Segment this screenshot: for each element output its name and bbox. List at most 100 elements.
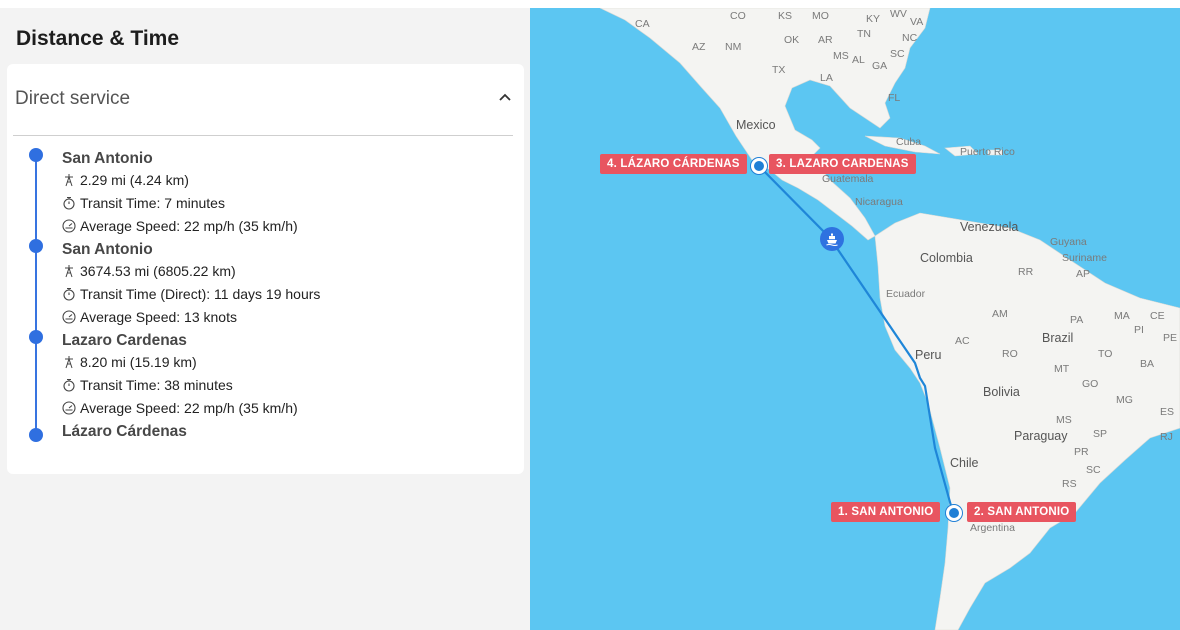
- stopwatch-icon: [63, 196, 75, 210]
- state-label: PE: [1163, 332, 1178, 344]
- leg-distance: 3674.53 mi (6805.22 km): [62, 263, 236, 279]
- state-label: KY: [866, 13, 881, 25]
- state-label: LA: [820, 72, 833, 84]
- state-label: NC: [902, 32, 918, 44]
- state-label: RS: [1062, 478, 1077, 490]
- ship-icon: [826, 233, 838, 246]
- state-label: BA: [1140, 358, 1155, 370]
- timeline-dot: [29, 239, 43, 253]
- state-label: SC: [1086, 464, 1101, 476]
- state-label: NM: [725, 41, 742, 53]
- state-label: RO: [1002, 348, 1018, 360]
- distance-time-panel: Distance & Time Direct service San Anton…: [0, 8, 530, 630]
- stop-name: San Antonio: [62, 241, 153, 258]
- leg-distance: 8.20 mi (15.19 km): [62, 354, 197, 370]
- state-label: OK: [784, 34, 800, 46]
- state-label: SC: [890, 48, 905, 60]
- leg-speed-text: Average Speed: 22 mp/h (35 km/h): [80, 400, 298, 416]
- ship-marker[interactable]: [820, 227, 844, 251]
- state-label: AL: [852, 54, 865, 66]
- state-label: AR: [818, 34, 833, 46]
- state-label: GA: [872, 60, 888, 72]
- state-label: AZ: [692, 41, 706, 53]
- state-label: KS: [778, 10, 793, 22]
- country-label: Venezuela: [960, 220, 1019, 234]
- country-label: Argentina: [970, 522, 1015, 534]
- state-label: WV: [890, 8, 907, 20]
- country-label: Colombia: [920, 251, 973, 265]
- state-label: PI: [1134, 324, 1144, 336]
- port-label-2[interactable]: 2. SAN ANTONIO: [967, 502, 1077, 522]
- state-label: ES: [1160, 406, 1175, 418]
- timeline-dot: [29, 148, 43, 162]
- state-label: MT: [1054, 363, 1070, 375]
- state-label: RJ: [1160, 431, 1173, 443]
- country-label: Suriname: [1062, 252, 1107, 264]
- state-label: AC: [955, 335, 970, 347]
- timeline-dot: [29, 330, 43, 344]
- route-map[interactable]: CA CO KS MO KY WV VA AZ NM OK AR TN NC M…: [530, 8, 1180, 630]
- port-marker-san-antonio[interactable]: [946, 505, 962, 521]
- leg-average-speed: Average Speed: 22 mp/h (35 km/h): [62, 400, 298, 416]
- leg-average-speed: Average Speed: 13 knots: [62, 309, 237, 325]
- port-label-1[interactable]: 1. SAN ANTONIO: [831, 502, 941, 522]
- timeline-line: [35, 154, 37, 439]
- state-label: TO: [1098, 348, 1113, 360]
- leg-transit-time: Transit Time (Direct): 11 days 19 hours: [62, 286, 320, 302]
- distance-icon: [65, 356, 73, 369]
- state-label: PR: [1074, 446, 1089, 458]
- leg-speed-text: Average Speed: 13 knots: [80, 309, 237, 325]
- leg-transit-text: Transit Time: 7 minutes: [80, 195, 225, 211]
- direct-service-accordion-toggle[interactable]: Direct service: [7, 64, 524, 136]
- stop-name: Lázaro Cárdenas: [62, 423, 187, 440]
- state-label: TN: [857, 28, 871, 40]
- state-label: GO: [1082, 378, 1099, 390]
- country-label: Peru: [915, 348, 942, 362]
- speedometer-icon: [62, 219, 76, 233]
- stop-name: San Antonio: [62, 150, 153, 167]
- timeline-dot: [29, 428, 43, 442]
- country-label: Bolivia: [983, 385, 1020, 399]
- accordion-title: Direct service: [15, 88, 131, 109]
- country-label: Ecuador: [886, 288, 926, 300]
- state-label: FL: [888, 92, 901, 104]
- leg-distance-text: 8.20 mi (15.19 km): [80, 354, 197, 370]
- port-label-3[interactable]: 3. LAZARO CARDENAS: [769, 154, 916, 174]
- leg-transit-time: Transit Time: 7 minutes: [62, 195, 225, 211]
- state-label: AP: [1076, 268, 1091, 280]
- state-label: RR: [1018, 266, 1034, 278]
- country-label: Guyana: [1050, 236, 1087, 248]
- speedometer-icon: [62, 401, 76, 415]
- direct-service-card: Direct service San Antonio 2.29 mi (4.24…: [7, 64, 524, 474]
- leg-transit-time: Transit Time: 38 minutes: [62, 377, 233, 393]
- distance-icon: [65, 265, 73, 278]
- country-label: Chile: [950, 456, 979, 470]
- state-label: CE: [1150, 310, 1165, 322]
- state-label: VA: [910, 16, 924, 28]
- divider: [13, 135, 513, 136]
- port-label-4[interactable]: 4. LÁZARO CÁRDENAS: [600, 154, 747, 174]
- state-label: MG: [1116, 394, 1133, 406]
- leg-distance-text: 3674.53 mi (6805.22 km): [80, 263, 236, 279]
- country-label: Nicaragua: [855, 196, 903, 208]
- leg-distance: 2.29 mi (4.24 km): [62, 172, 189, 188]
- leg-average-speed: Average Speed: 22 mp/h (35 km/h): [62, 218, 298, 234]
- country-label: Mexico: [736, 118, 776, 132]
- state-label: MA: [1114, 310, 1130, 322]
- state-label: TX: [772, 64, 786, 76]
- state-label: MO: [812, 10, 829, 22]
- country-label: Paraguay: [1014, 429, 1068, 443]
- panel-title: Distance & Time: [16, 27, 180, 50]
- port-marker-lazaro-cardenas[interactable]: [751, 158, 767, 174]
- state-label: PA: [1070, 314, 1084, 326]
- state-label: CO: [730, 10, 746, 22]
- leg-transit-text: Transit Time: 38 minutes: [80, 377, 233, 393]
- stopwatch-icon: [63, 287, 75, 301]
- state-label: AM: [992, 308, 1008, 320]
- country-label: Guatemala: [822, 173, 874, 185]
- country-label: Brazil: [1042, 331, 1074, 345]
- distance-icon: [65, 174, 73, 187]
- country-label: Cuba: [896, 136, 922, 148]
- chevron-up-icon: [499, 93, 511, 101]
- leg-distance-text: 2.29 mi (4.24 km): [80, 172, 189, 188]
